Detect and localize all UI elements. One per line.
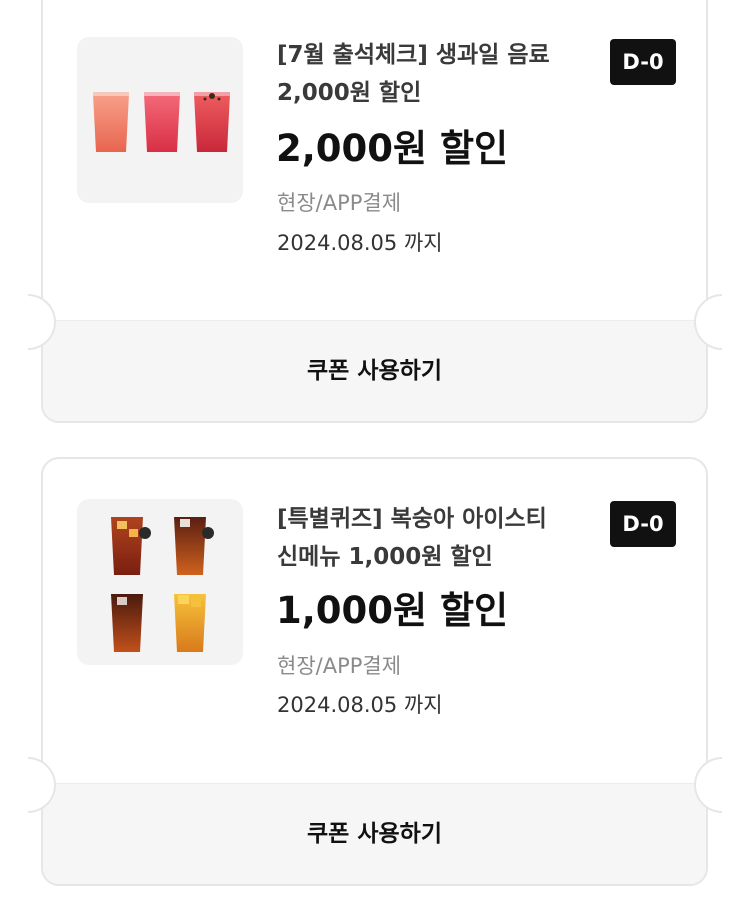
coupon-title: [7월 출석체크] 생과일 음료 2,000원 할인 <box>277 36 597 112</box>
expiry-date: 2024.08.05 까지 <box>277 231 443 255</box>
iced-tea-cups-icon <box>111 517 214 652</box>
discount-amount: 1,000원 할인 <box>276 589 509 632</box>
coupon-title-line2: 신메뉴 1,000원 할인 <box>277 544 493 570</box>
coupon-card: [7월 출석체크] 생과일 음료 2,000원 할인 D-0 2,000원 할인… <box>41 0 708 423</box>
coupon-title-line1: [특별퀴즈] 복숭아 아이스티 <box>277 506 547 532</box>
coupon-card: [특별퀴즈] 복숭아 아이스티 신메뉴 1,000원 할인 D-0 1,000원… <box>41 457 708 886</box>
coupon-title-line1: [7월 출석체크] 생과일 음료 <box>277 42 550 68</box>
d-day-badge: D-0 <box>610 501 676 547</box>
discount-amount: 2,000원 할인 <box>276 127 509 170</box>
use-coupon-button[interactable]: 쿠폰 사용하기 <box>43 320 706 421</box>
coupon-product-image <box>77 499 243 665</box>
coupon-product-image <box>77 37 243 203</box>
coupon-title-line2: 2,000원 할인 <box>277 80 422 106</box>
expiry-date: 2024.08.05 까지 <box>277 693 443 717</box>
use-coupon-button[interactable]: 쿠폰 사용하기 <box>43 783 706 884</box>
payment-method: 현장/APP결제 <box>277 191 402 215</box>
payment-method: 현장/APP결제 <box>277 654 402 678</box>
d-day-badge: D-0 <box>610 39 676 85</box>
coupon-title: [특별퀴즈] 복숭아 아이스티 신메뉴 1,000원 할인 <box>277 500 597 576</box>
fruit-juice-cups-icon <box>93 92 230 152</box>
